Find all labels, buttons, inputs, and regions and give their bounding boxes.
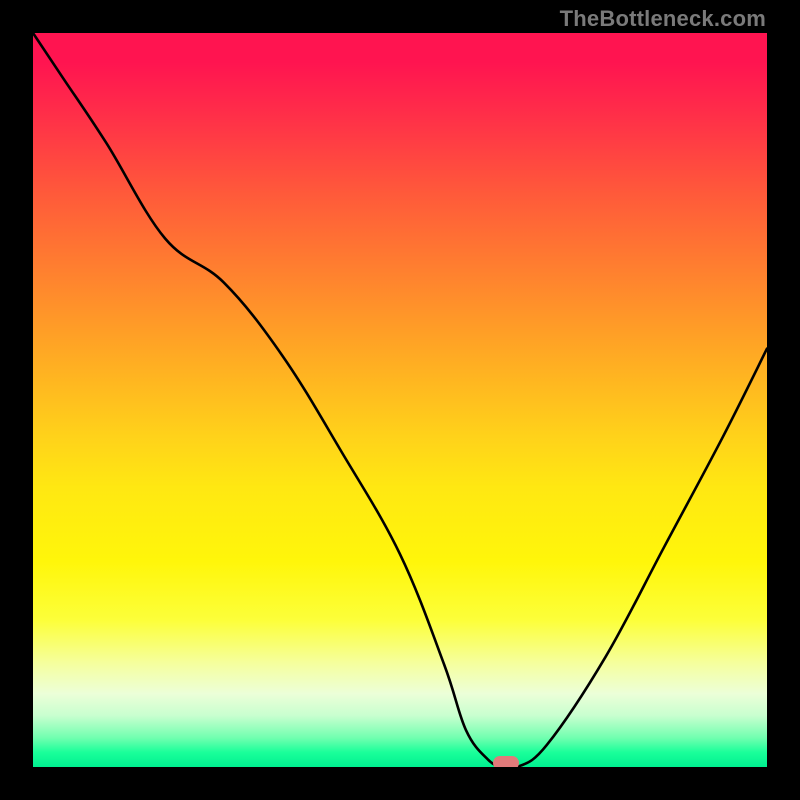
chart-frame: TheBottleneck.com	[0, 0, 800, 800]
plot-area	[33, 33, 767, 767]
bottleneck-curve	[33, 33, 767, 767]
optimum-marker	[493, 756, 519, 767]
watermark-text: TheBottleneck.com	[560, 6, 766, 32]
